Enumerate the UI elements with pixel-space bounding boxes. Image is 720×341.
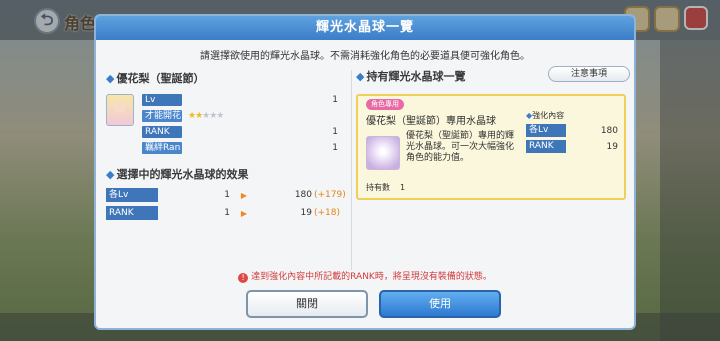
star-rating: ★★★★★ <box>188 111 224 121</box>
effect-current: 1 <box>224 208 230 218</box>
exclusive-badge: 角色專用 <box>366 99 404 110</box>
character-portrait <box>106 94 134 126</box>
orb-description: 優花梨（聖誕節）專用的輝光水晶球。可一次大幅強化角色的能力值。 <box>406 131 515 163</box>
character-panel: ◆ 優花梨（聖誕節） Lv 1 才能開花 ★★★★★ RANK 1 羈絆Ran … <box>106 70 346 224</box>
notice-button[interactable]: 注意事項 <box>548 66 630 82</box>
stat-label: Lv <box>142 94 182 106</box>
owned-title: 持有輝光水晶球一覽 <box>366 70 466 83</box>
enhance-value: 19 <box>606 141 618 152</box>
effect-new: 19 <box>300 208 312 218</box>
enhance-row: 各Lv 180 <box>526 124 622 137</box>
stat-label: RANK <box>142 126 182 138</box>
effect-heading: ◆ 選擇中的輝光水晶球的效果 <box>106 166 346 182</box>
character-name: 優花梨（聖誕節） <box>116 72 205 85</box>
dialog-instruction: 請選擇欲使用的輝光水晶球。不需消耗強化角色的必要道具便可強化角色。 <box>200 51 530 62</box>
orb-list-dialog: 輝光水晶球一覽 請選擇欲使用的輝光水晶球。不需消耗強化角色的必要道具便可強化角色… <box>94 14 636 330</box>
use-button[interactable]: 使用 <box>379 290 501 318</box>
enhance-title: 強化內容 <box>532 111 565 120</box>
character-name-heading: ◆ 優花梨（聖誕節） <box>106 70 346 86</box>
bullet-icon: ◆ <box>106 71 115 85</box>
divider <box>351 70 352 270</box>
orb-name: 優花梨（聖誕節）專用水晶球 <box>366 116 496 127</box>
effect-label: RANK <box>106 206 158 220</box>
effect-table: 各Lv 1 ▶ 180 (+179) RANK 1 ▶ 19 (+18) <box>106 188 346 220</box>
enhance-label: 各Lv <box>526 124 566 137</box>
orb-card[interactable]: 角色專用 優花梨（聖誕節）專用水晶球 優花梨（聖誕節）專用的輝光水晶球。可一次大… <box>356 94 626 200</box>
close-button[interactable]: 關閉 <box>246 290 368 318</box>
bullet-icon: ◆ <box>356 69 365 83</box>
effect-plus: (+18) <box>314 208 341 218</box>
stat-label: 才能開花 <box>142 110 182 122</box>
effect-label: 各Lv <box>106 188 158 202</box>
arrow-right-icon: ▶ <box>240 208 248 218</box>
stat-label: 羈絆Ran <box>142 142 182 154</box>
character-stats: Lv 1 才能開花 ★★★★★ RANK 1 羈絆Ran 1 <box>142 94 344 158</box>
bullet-icon: ◆ <box>106 167 115 181</box>
enhance-heading: ◆強化內容 <box>526 110 564 121</box>
orb-count: 持有數 1 <box>366 182 405 193</box>
stat-value: 1 <box>332 143 338 153</box>
warning-icon: ! <box>238 273 249 283</box>
enhance-value: 180 <box>600 125 618 136</box>
effect-plus: (+179) <box>314 190 346 200</box>
effect-current: 1 <box>224 190 230 200</box>
stat-value: 1 <box>332 95 338 105</box>
dialog-title: 輝光水晶球一覽 <box>96 16 634 40</box>
enhance-label: RANK <box>526 140 566 153</box>
count-label: 持有數 <box>366 183 390 192</box>
effect-row: RANK 1 ▶ 19 (+18) <box>106 206 346 220</box>
arrow-right-icon: ▶ <box>240 190 248 200</box>
enhance-row: RANK 19 <box>526 140 622 153</box>
effect-new: 180 <box>294 190 312 200</box>
stat-value: 1 <box>332 127 338 137</box>
warning-message: ! 達到強化內容中所記載的RANK時，將呈現沒有裝備的狀態。 <box>96 269 634 283</box>
warning-text: 達到強化內容中所記載的RANK時，將呈現沒有裝備的狀態。 <box>251 272 492 282</box>
effect-title: 選擇中的輝光水晶球的效果 <box>116 168 249 181</box>
effect-row: 各Lv 1 ▶ 180 (+179) <box>106 188 346 202</box>
count-value: 1 <box>400 183 406 192</box>
owned-orbs-panel: ◆ 持有輝光水晶球一覽 注意事項 角色專用 優花梨（聖誕節）專用水晶球 優花梨（… <box>356 66 630 200</box>
orb-icon[interactable] <box>366 136 400 170</box>
